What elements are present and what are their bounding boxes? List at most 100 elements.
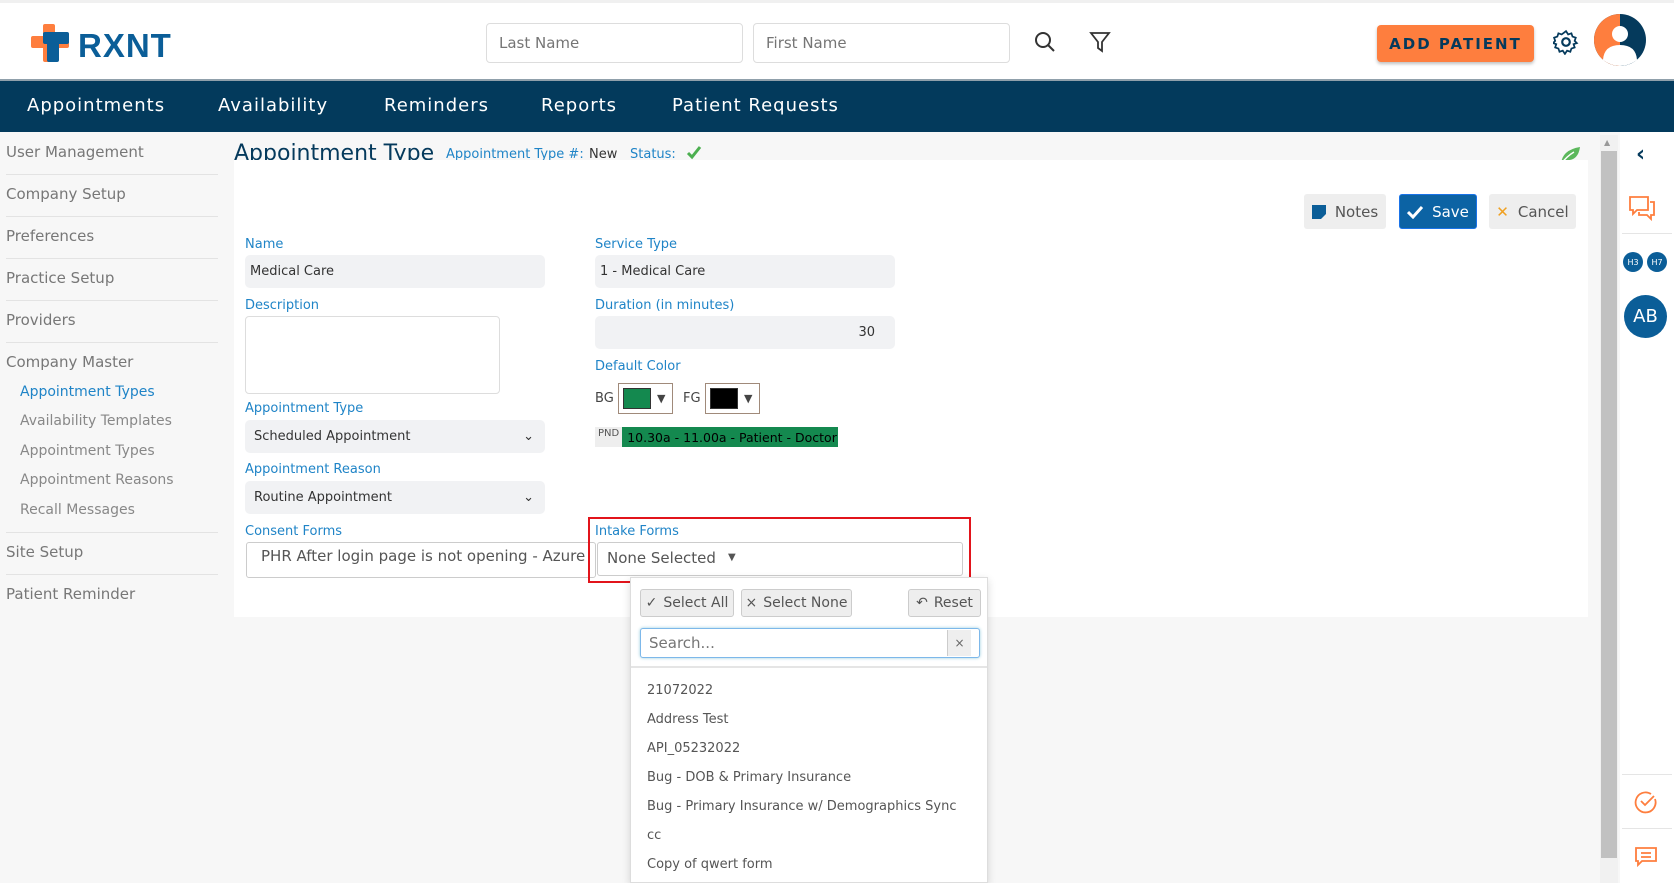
- badge-h7[interactable]: H7: [1647, 252, 1667, 272]
- divider: [6, 574, 218, 575]
- name-input[interactable]: Medical Care: [245, 255, 545, 288]
- dropdown-search-input[interactable]: [640, 628, 980, 658]
- scrollbar[interactable]: ▲: [1600, 135, 1618, 883]
- save-button[interactable]: Save: [1399, 194, 1477, 229]
- add-patient-button[interactable]: ADD PATIENT: [1377, 25, 1534, 62]
- clear-search-button[interactable]: ×: [947, 630, 971, 656]
- service-type-input[interactable]: 1 - Medical Care: [595, 255, 895, 288]
- cancel-button[interactable]: ✕ Cancel: [1489, 194, 1576, 229]
- sidebar-sub-availability-templates[interactable]: Availability Templates: [20, 413, 172, 429]
- caret-down-icon: ▼: [727, 552, 736, 563]
- rxnt-logo-icon: [31, 24, 69, 62]
- status-check-icon: [686, 146, 702, 160]
- sidebar-item-company-setup[interactable]: Company Setup: [6, 185, 126, 203]
- reset-button[interactable]: ↶ Reset: [908, 589, 981, 617]
- nav-appointments[interactable]: Appointments: [27, 95, 165, 116]
- dropdown-option[interactable]: Address Test: [647, 712, 729, 727]
- dropdown-option[interactable]: Bug - Primary Insurance w/ Demographics …: [647, 799, 956, 814]
- intake-forms-select[interactable]: None Selected ▼: [597, 542, 963, 576]
- filter-icon[interactable]: [1089, 31, 1111, 53]
- caret-down-icon: ▼: [657, 392, 666, 405]
- scrollbar-thumb[interactable]: [1601, 151, 1617, 858]
- chevron-left-icon[interactable]: ‹: [1636, 142, 1645, 167]
- service-type-label: Service Type: [595, 237, 678, 252]
- fg-color-swatch: [710, 388, 738, 409]
- select-all-label: Select All: [663, 595, 729, 611]
- color-preview: PND 10.30a - 11.00a - Patient - Doctor: [595, 427, 838, 447]
- divider: [6, 258, 218, 259]
- badge-h3[interactable]: H3: [1623, 252, 1643, 272]
- sidebar-sub-appointment-types-active[interactable]: Appointment Types: [20, 384, 155, 400]
- divider: [1622, 774, 1672, 775]
- sidebar-item-practice-setup[interactable]: Practice Setup: [6, 269, 114, 287]
- sidebar-item-providers[interactable]: Providers: [6, 311, 76, 329]
- nav-availability[interactable]: Availability: [218, 95, 328, 116]
- task-check-icon[interactable]: [1634, 790, 1658, 814]
- user-avatar[interactable]: [1594, 14, 1646, 66]
- appointment-type-select[interactable]: Scheduled Appointment ⌄: [245, 420, 545, 453]
- cancel-label: Cancel: [1517, 202, 1569, 221]
- divider: [6, 342, 218, 343]
- top-header: RXNT ADD PATIENT: [0, 0, 1674, 79]
- sidebar-item-preferences[interactable]: Preferences: [6, 227, 94, 245]
- fg-color-picker[interactable]: ▼: [705, 383, 760, 414]
- divider: [6, 174, 218, 175]
- dropdown-option[interactable]: 21072022: [647, 683, 713, 698]
- appointment-reason-select[interactable]: Routine Appointment ⌄: [245, 481, 545, 514]
- nav-reminders[interactable]: Reminders: [384, 95, 489, 116]
- dropdown-option[interactable]: Bug - DOB & Primary Insurance: [647, 770, 851, 785]
- sidebar-item-site-setup[interactable]: Site Setup: [6, 543, 83, 561]
- notes-button[interactable]: Notes: [1304, 194, 1386, 229]
- select-none-label: Select None: [763, 595, 848, 611]
- fg-label: FG: [683, 391, 701, 406]
- dropdown-option[interactable]: Copy of qwert form: [647, 857, 773, 872]
- right-panel: ‹ H3 H7 AB: [1620, 132, 1674, 883]
- user-initials-avatar[interactable]: AB: [1624, 295, 1667, 338]
- select-none-button[interactable]: × Select None: [741, 589, 852, 617]
- scroll-up-icon[interactable]: ▲: [1604, 138, 1610, 147]
- appointment-type-label: Appointment Type: [245, 401, 364, 416]
- sidebar-item-user-management[interactable]: User Management: [6, 143, 144, 161]
- x-icon: ×: [745, 595, 758, 611]
- bg-color-picker[interactable]: ▼: [618, 383, 673, 414]
- sidebar-sub-appointment-types[interactable]: Appointment Types: [20, 443, 155, 459]
- divider: [1622, 828, 1672, 829]
- duration-label: Duration (in minutes): [595, 298, 735, 313]
- consent-forms-label: Consent Forms: [245, 524, 343, 539]
- sidebar-item-patient-reminder[interactable]: Patient Reminder: [6, 585, 135, 603]
- divider: [6, 532, 218, 533]
- check-icon: [1407, 205, 1424, 219]
- appointment-reason-label: Appointment Reason: [245, 462, 381, 477]
- caret-down-icon: ▼: [744, 392, 753, 405]
- message-icon[interactable]: [1634, 846, 1658, 868]
- reset-label: Reset: [933, 595, 973, 611]
- chat-icon[interactable]: [1628, 194, 1656, 222]
- description-textarea[interactable]: [245, 316, 500, 394]
- duration-input[interactable]: 30: [595, 316, 895, 349]
- sidebar-sub-appointment-reasons[interactable]: Appointment Reasons: [20, 472, 174, 488]
- dropdown-option[interactable]: API_05232022: [647, 741, 740, 756]
- search-icon[interactable]: [1034, 31, 1056, 53]
- sidebar-sub-recall-messages[interactable]: Recall Messages: [20, 502, 135, 518]
- first-name-input[interactable]: [753, 23, 1010, 63]
- divider: [1622, 233, 1672, 234]
- x-icon: ✕: [1496, 202, 1509, 221]
- main-nav: Appointments Availability Reminders Repo…: [0, 79, 1674, 132]
- intake-forms-value: None Selected: [607, 549, 716, 567]
- select-all-button[interactable]: ✓ Select All: [640, 589, 734, 617]
- name-label: Name: [245, 237, 284, 252]
- gear-icon[interactable]: [1553, 29, 1579, 55]
- dropdown-option[interactable]: cc: [647, 828, 661, 843]
- undo-icon: ↶: [916, 595, 928, 611]
- check-icon: ✓: [645, 595, 658, 611]
- logo-text[interactable]: RXNT: [78, 27, 172, 65]
- consent-forms-select[interactable]: PHR After login page is not opening - Az…: [246, 542, 596, 578]
- last-name-input[interactable]: [486, 23, 743, 63]
- description-label: Description: [245, 298, 320, 313]
- intake-forms-dropdown: ✓ Select All × Select None ↶ Reset × 210720…: [630, 577, 988, 883]
- divider: [6, 300, 218, 301]
- nav-patient-requests[interactable]: Patient Requests: [672, 95, 839, 116]
- note-icon: [1311, 204, 1326, 219]
- sidebar-item-company-master[interactable]: Company Master: [6, 353, 133, 371]
- nav-reports[interactable]: Reports: [541, 95, 617, 116]
